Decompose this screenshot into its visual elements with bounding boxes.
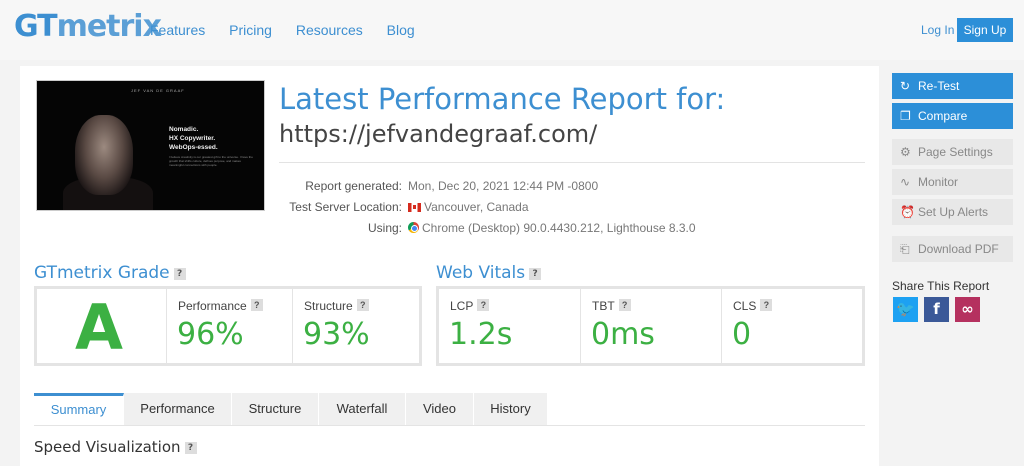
grade-box: A Performance? 96% Structure? 93%	[34, 286, 422, 366]
grade-letter: A	[75, 291, 123, 364]
cls-cell: CLS? 0	[721, 289, 862, 363]
signup-button[interactable]: Sign Up	[957, 18, 1013, 42]
grade-letter-cell: A	[37, 289, 166, 363]
speed-visualization-title: Speed Visualization?	[34, 438, 197, 456]
compare-button[interactable]: ❐ Compare	[892, 103, 1013, 129]
divider	[279, 162, 865, 163]
setup-alerts-button[interactable]: ⏰ Set Up Alerts	[892, 199, 1013, 225]
help-icon[interactable]: ?	[356, 299, 369, 311]
cls-value: 0	[732, 317, 752, 352]
performance-score: 96%	[177, 317, 244, 352]
lcp-cell: LCP? 1.2s	[449, 299, 513, 352]
pulse-icon: ∿	[900, 175, 911, 189]
help-icon[interactable]: ?	[173, 268, 186, 280]
chrome-icon	[408, 222, 419, 233]
portrait-face	[75, 115, 133, 195]
report-panel: JEF VAN DE GRAAF Nomadic. HX Copywriter.…	[20, 66, 879, 466]
monitor-button[interactable]: ∿ Monitor	[892, 169, 1013, 195]
structure-score: 93%	[303, 317, 370, 352]
refresh-icon: ↻	[900, 79, 911, 93]
thumbnail-site-name: JEF VAN DE GRAAF	[131, 88, 185, 93]
pdf-icon: ⎗	[900, 242, 910, 256]
thumbnail-line-1: Nomadic.	[169, 126, 199, 133]
nav-blog[interactable]: Blog	[387, 22, 415, 38]
retest-button[interactable]: ↻ Re-Test	[892, 73, 1013, 99]
meta-server: Test Server Location: Vancouver, Canada	[289, 200, 529, 214]
web-vitals-box: LCP? 1.2s TBT? 0ms CLS? 0	[436, 286, 865, 366]
facebook-icon[interactable]: f	[924, 297, 949, 322]
help-icon[interactable]: ?	[760, 299, 773, 311]
canada-flag-icon	[408, 203, 421, 212]
thumbnail-line-3: WebOps-essed.	[169, 144, 218, 151]
alarm-icon: ⏰	[900, 205, 915, 219]
share-report-label: Share This Report	[892, 279, 990, 293]
main-nav: Features Pricing Resources Blog	[150, 22, 435, 38]
structure-cell: Structure? 93%	[292, 289, 419, 363]
report-url: https://jefvandegraaf.com/	[279, 120, 598, 148]
grade-title: GTmetrix Grade?	[34, 263, 186, 283]
report-title: Latest Performance Report for:	[279, 82, 726, 116]
gear-icon: ⚙	[900, 145, 911, 159]
top-header: GTmetrix Features Pricing Resources Blog…	[0, 0, 1024, 60]
tabs-underline	[34, 425, 865, 426]
help-icon[interactable]: ?	[618, 299, 631, 311]
nav-pricing[interactable]: Pricing	[229, 22, 272, 38]
nav-resources[interactable]: Resources	[296, 22, 363, 38]
twitter-icon[interactable]: 🐦	[893, 297, 918, 322]
lcp-value: 1.2s	[449, 317, 513, 352]
web-vitals-title: Web Vitals?	[436, 263, 542, 283]
gtmetrix-logo[interactable]: GTmetrix	[14, 9, 162, 45]
tab-summary[interactable]: Summary	[34, 393, 124, 425]
tbt-cell: TBT? 0ms	[580, 289, 721, 363]
help-icon[interactable]: ?	[184, 442, 197, 454]
help-icon[interactable]: ?	[529, 268, 542, 280]
compare-icon: ❐	[900, 109, 911, 123]
login-link[interactable]: Log In	[921, 23, 954, 37]
tab-history[interactable]: History	[474, 393, 548, 425]
download-pdf-button[interactable]: ⎗ Download PDF	[892, 236, 1013, 262]
page-settings-button[interactable]: ⚙ Page Settings	[892, 139, 1013, 165]
thumbnail-line-2: HX Copywriter.	[169, 135, 216, 142]
tbt-value: 0ms	[591, 317, 655, 352]
meta-using: Using: Chrome (Desktop) 90.0.4430.212, Li…	[367, 221, 696, 235]
tab-structure[interactable]: Structure	[232, 393, 319, 425]
meta-generated: Report generated: Mon, Dec 20, 2021 12:44…	[305, 179, 599, 193]
tab-video[interactable]: Video	[406, 393, 474, 425]
nav-features[interactable]: Features	[150, 22, 205, 38]
tab-waterfall[interactable]: Waterfall	[319, 393, 406, 425]
performance-cell: Performance? 96%	[166, 289, 292, 363]
help-icon[interactable]: ?	[250, 299, 263, 311]
help-icon[interactable]: ?	[477, 299, 490, 311]
thumbnail-body-text: I believe creativity is our greatest gif…	[169, 155, 253, 167]
link-icon[interactable]: ∞	[955, 297, 980, 322]
tab-performance[interactable]: Performance	[124, 393, 232, 425]
